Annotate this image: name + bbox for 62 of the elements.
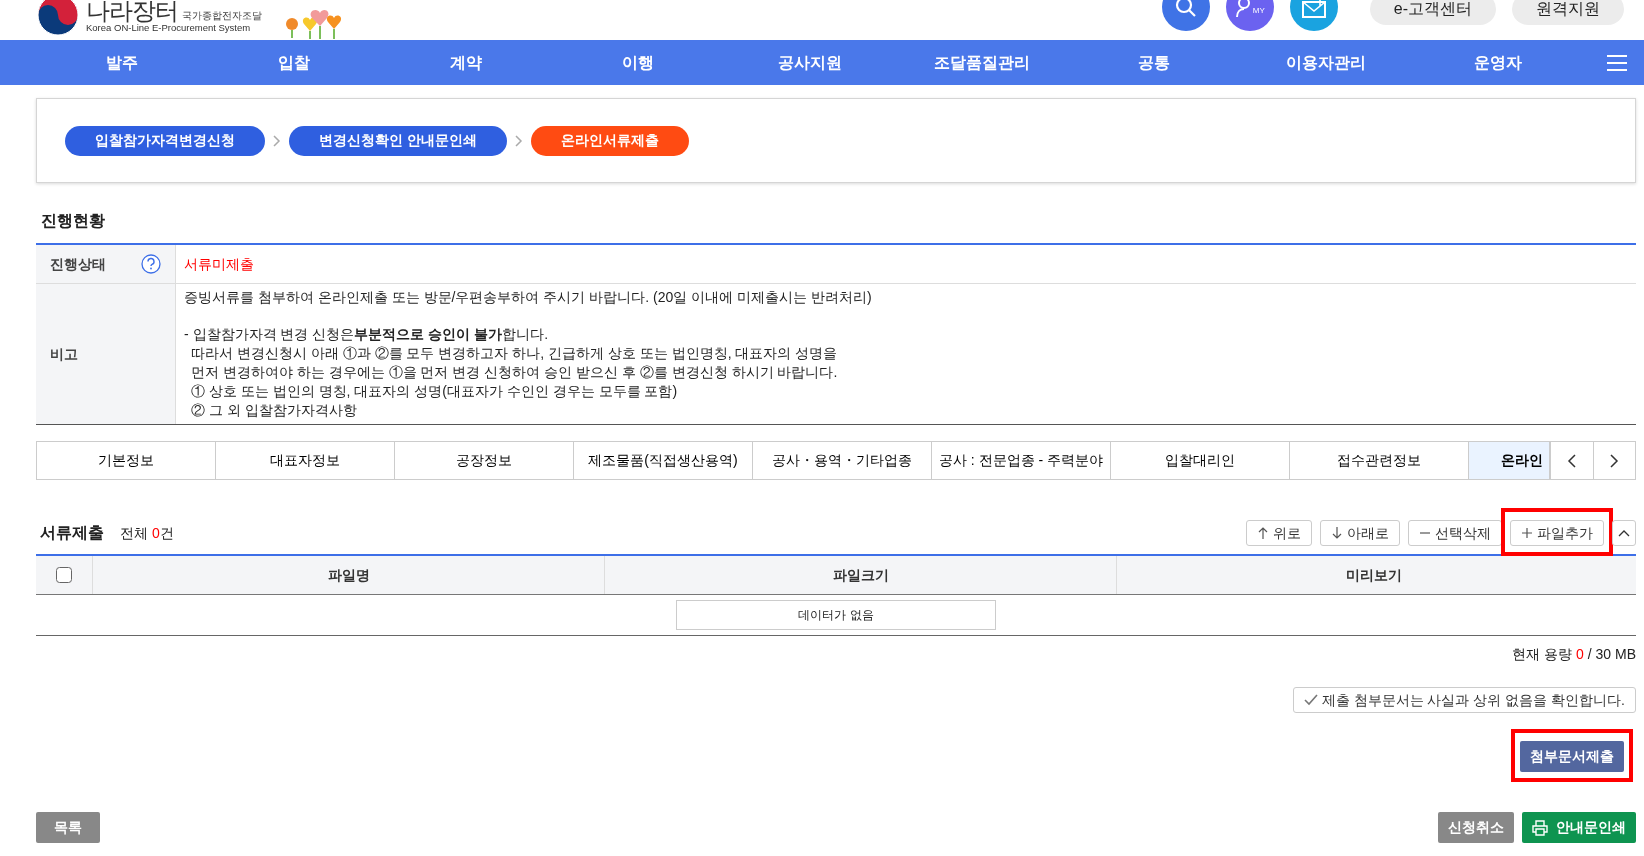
- remark-line: - 입찰참가자격 변경 신청은부분적으로 승인이 불가합니다.: [183, 325, 549, 344]
- nav-menu-item[interactable]: 이용자관리: [1240, 50, 1412, 75]
- logo-subtitle: 국가종합전자조달: [182, 8, 262, 22]
- chevron-up-icon: [1618, 529, 1630, 537]
- nav-menu-item[interactable]: 계약: [380, 50, 552, 75]
- nav-menu-item[interactable]: 입찰: [208, 50, 380, 75]
- nav-menu-item[interactable]: 발주: [36, 50, 208, 75]
- field-label: 비고: [50, 344, 78, 364]
- section-title: 진행현황: [41, 211, 106, 231]
- move-down-button[interactable]: 아래로: [1320, 520, 1400, 546]
- printer-icon: [1532, 819, 1548, 836]
- logo-english: Korea ON-Line E-Procurement System: [86, 22, 252, 33]
- utility-button[interactable]: e-고객센터: [1369, 0, 1496, 25]
- storage-usage: 현재 용량 0 / 30 MB: [1511, 645, 1636, 664]
- column-header: 파일명: [93, 556, 605, 594]
- remark-line: 증빙서류를 첨부하여 온라인제출 또는 방문/우편송부하여 주시기 바랍니다. (20일 이내에 미제출시는 반려처리): [183, 288, 872, 307]
- nav-menu-item[interactable]: 이행: [552, 50, 724, 75]
- chevron-icon: [273, 135, 281, 148]
- move-up-button[interactable]: 위로: [1246, 520, 1312, 546]
- envelope-icon: [1300, 0, 1327, 18]
- search-icon: [1174, 0, 1197, 18]
- empty-message: 데이터가 없음: [676, 600, 996, 630]
- nav-menu-item[interactable]: 공통: [1068, 50, 1240, 75]
- utility-button[interactable]: 원격지원: [1512, 0, 1624, 25]
- menu-icon[interactable]: [1606, 54, 1628, 73]
- print-button[interactable]: 안내문인쇄: [1522, 812, 1636, 843]
- delete-selected-button[interactable]: 선택삭제: [1408, 520, 1502, 546]
- chevron-right-icon: [1609, 453, 1620, 468]
- submit-documents-button[interactable]: 첨부문서제출: [1520, 741, 1624, 772]
- remark-line: ② 그 외 입찰참가자격사항: [190, 401, 358, 420]
- field-label: 진행상태: [50, 254, 106, 274]
- chevron-icon: [514, 135, 523, 148]
- nav-menu-item[interactable]: 조달품질관리: [896, 50, 1068, 75]
- list-button[interactable]: 목록: [36, 812, 100, 843]
- nav-menu-item[interactable]: 운영자: [1412, 50, 1584, 75]
- cancel-button[interactable]: 신청취소: [1438, 812, 1514, 843]
- confirm-button[interactable]: 제출 첨부문서는 사실과 상위 없음을 확인합니다.: [1292, 687, 1636, 713]
- plus-icon: [1521, 526, 1533, 540]
- remark-line: 먼저 변경하여야 하는 경우에는 ①을 먼저 변경 신청하여 승인 받으신 후 ②를 변경신청 하시기 바랍니다.: [190, 363, 839, 382]
- arrow-up-icon: [1257, 526, 1269, 540]
- total-count: 전체 0건: [120, 523, 174, 543]
- arrow-down-icon: [1331, 526, 1343, 540]
- remark-line: ① 상호 또는 법인의 명칭, 대표자의 성명(대표자가 수인인 경우는 모두를 포함): [190, 382, 679, 401]
- status-value: 서류미제출: [183, 254, 255, 274]
- step-button[interactable]: 입찰참가자격변경신청: [65, 125, 265, 156]
- my-page-button[interactable]: MY: [1225, 0, 1274, 31]
- step-button[interactable]: 변경신청확인 안내문인쇄: [289, 125, 507, 156]
- check-icon: [1303, 694, 1318, 706]
- select-all-checkbox[interactable]: [56, 567, 72, 583]
- collapse-button[interactable]: [1612, 520, 1636, 546]
- nav-menu-item[interactable]: 공사지원: [724, 50, 896, 75]
- tab[interactable]: 온라인: [1469, 442, 1549, 479]
- column-header: 파일크기: [605, 556, 1117, 594]
- logo-title[interactable]: 나라장터: [86, 0, 178, 23]
- chevron-left-icon: [1566, 453, 1577, 468]
- remark-line: 따라서 변경신청시 아래 ①과 ②를 모두 변경하고자 하나, 긴급하게 상호 또는 법인명칭, 대표자의 성명을: [190, 344, 839, 363]
- emblem-icon: [36, 0, 80, 37]
- add-file-button[interactable]: 파일추가: [1510, 520, 1604, 546]
- person-icon: [1234, 0, 1253, 18]
- column-header: 미리보기: [1345, 565, 1403, 585]
- help-icon[interactable]: [141, 254, 161, 274]
- section-title: 서류제출: [40, 523, 104, 543]
